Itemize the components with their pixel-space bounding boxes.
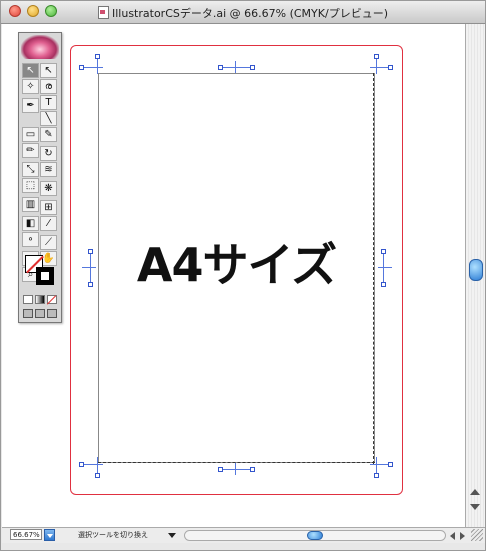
slice-tool-icon[interactable]: ⟋ xyxy=(40,235,57,250)
trim-mark-bottom-left-h xyxy=(81,464,103,465)
pencil-tool-icon[interactable]: ✏ xyxy=(22,143,39,158)
vertical-scrollbar[interactable] xyxy=(465,24,485,527)
trim-mark-top-center xyxy=(220,67,252,68)
handle[interactable] xyxy=(250,467,255,472)
full-screen-menu-mode-button[interactable] xyxy=(35,309,45,318)
scroll-right-arrow-icon[interactable] xyxy=(460,532,465,540)
document-canvas[interactable]: A4サイズ xyxy=(2,24,465,527)
type-tool-icon[interactable]: T xyxy=(40,95,57,110)
trim-mark-bottom-center-v xyxy=(235,463,236,475)
resize-grip-icon[interactable] xyxy=(471,529,483,541)
handle[interactable] xyxy=(218,467,223,472)
title-bar[interactable]: IllustratorCSデータ.ai @ 66.67% (CMYK/プレビュー… xyxy=(1,1,485,24)
gradient-tool-icon[interactable]: ◧ xyxy=(22,216,39,231)
artboard-main-text[interactable]: A4サイズ xyxy=(98,229,375,295)
direct-selection-tool-icon[interactable]: ↖ xyxy=(40,63,57,78)
eyedropper-tool-icon[interactable]: ⁄ xyxy=(40,216,57,231)
handle[interactable] xyxy=(374,54,379,59)
scale-tool-icon[interactable]: ⤡ xyxy=(22,162,39,177)
trim-mark-top-center-v xyxy=(235,61,236,73)
trim-mark-left-middle-h xyxy=(82,267,96,268)
paintbrush-tool-icon[interactable]: ✎ xyxy=(40,127,57,142)
none-mode-button[interactable] xyxy=(47,295,57,304)
illustrator-flower-logo xyxy=(21,35,59,59)
handle[interactable] xyxy=(95,473,100,478)
status-menu-arrow-icon[interactable] xyxy=(168,533,176,538)
handle[interactable] xyxy=(79,462,84,467)
tool-palette[interactable]: ↖↖✧ര✒T╲▭✎✏↻⤡≋⬚❋▥⊞◧⁄∘⟋✂✋⌕ xyxy=(18,32,62,323)
page-edge-bottom xyxy=(98,462,375,463)
handle[interactable] xyxy=(218,65,223,70)
blend-tool-icon[interactable]: ∘ xyxy=(22,232,39,247)
vertical-scroll-thumb[interactable] xyxy=(469,259,483,281)
zoom-level-field[interactable]: 66.67% xyxy=(10,529,42,540)
free-transform-tool-icon[interactable]: ⬚ xyxy=(22,178,39,193)
magic-wand-tool-icon[interactable]: ✧ xyxy=(22,79,39,94)
graph-tool-icon[interactable]: ▥ xyxy=(22,197,39,212)
stroke-black-swatch[interactable] xyxy=(36,267,54,285)
handle[interactable] xyxy=(388,65,393,70)
warp-tool-icon[interactable]: ≋ xyxy=(40,162,57,177)
trim-mark-right-middle-h xyxy=(378,267,392,268)
trim-mark-top-left-h xyxy=(81,67,103,68)
scroll-left-arrow-icon[interactable] xyxy=(450,532,455,540)
rotate-tool-icon[interactable]: ↻ xyxy=(40,146,57,161)
handle[interactable] xyxy=(95,54,100,59)
screen-mode-buttons xyxy=(23,309,59,319)
scroll-down-arrow-icon[interactable] xyxy=(470,504,480,510)
standard-screen-mode-button[interactable] xyxy=(23,309,33,318)
status-text[interactable]: 選択ツールを切り換え xyxy=(64,529,180,541)
document-icon xyxy=(98,6,109,19)
lasso-tool-icon[interactable]: ര xyxy=(40,79,57,94)
selection-tool-icon[interactable]: ↖ xyxy=(22,63,39,78)
handle[interactable] xyxy=(374,473,379,478)
horizontal-scroll-thumb[interactable] xyxy=(307,531,323,540)
trim-mark-right-middle xyxy=(383,251,384,285)
mesh-tool-icon[interactable]: ⊞ xyxy=(40,200,57,215)
window-title-wrap: IllustratorCSデータ.ai @ 66.67% (CMYK/プレビュー… xyxy=(1,5,485,21)
handle[interactable] xyxy=(250,65,255,70)
scroll-up-arrow-icon[interactable] xyxy=(470,489,480,495)
rectangle-tool-icon[interactable]: ▭ xyxy=(22,127,39,142)
pen-tool-icon[interactable]: ✒ xyxy=(22,98,39,113)
fill-stroke-swatches[interactable] xyxy=(25,255,55,287)
horizontal-scrollbar[interactable] xyxy=(184,530,446,541)
tool-grid: ↖↖✧ര✒T╲▭✎✏↻⤡≋⬚❋▥⊞◧⁄∘⟋✂✋⌕ xyxy=(22,63,58,283)
illustrator-document-window: IllustratorCSデータ.ai @ 66.67% (CMYK/プレビュー… xyxy=(0,0,486,551)
color-mode-buttons xyxy=(23,295,59,305)
status-bar: 66.67% 選択ツールを切り換え xyxy=(2,527,485,543)
trim-mark-bottom-center xyxy=(220,469,252,470)
color-mode-button[interactable] xyxy=(23,295,33,304)
trim-mark-left-middle xyxy=(90,251,91,285)
zoom-menu-button[interactable] xyxy=(44,529,55,541)
symbol-sprayer-tool-icon[interactable]: ❋ xyxy=(40,181,57,196)
handle[interactable] xyxy=(381,249,386,254)
handle[interactable] xyxy=(388,462,393,467)
gradient-mode-button[interactable] xyxy=(35,295,45,304)
window-title: IllustratorCSデータ.ai @ 66.67% (CMYK/プレビュー… xyxy=(112,7,388,20)
full-screen-mode-button[interactable] xyxy=(47,309,57,318)
line-tool-icon[interactable]: ╲ xyxy=(40,111,57,126)
handle[interactable] xyxy=(88,282,93,287)
handle[interactable] xyxy=(79,65,84,70)
handle[interactable] xyxy=(88,249,93,254)
handle[interactable] xyxy=(381,282,386,287)
